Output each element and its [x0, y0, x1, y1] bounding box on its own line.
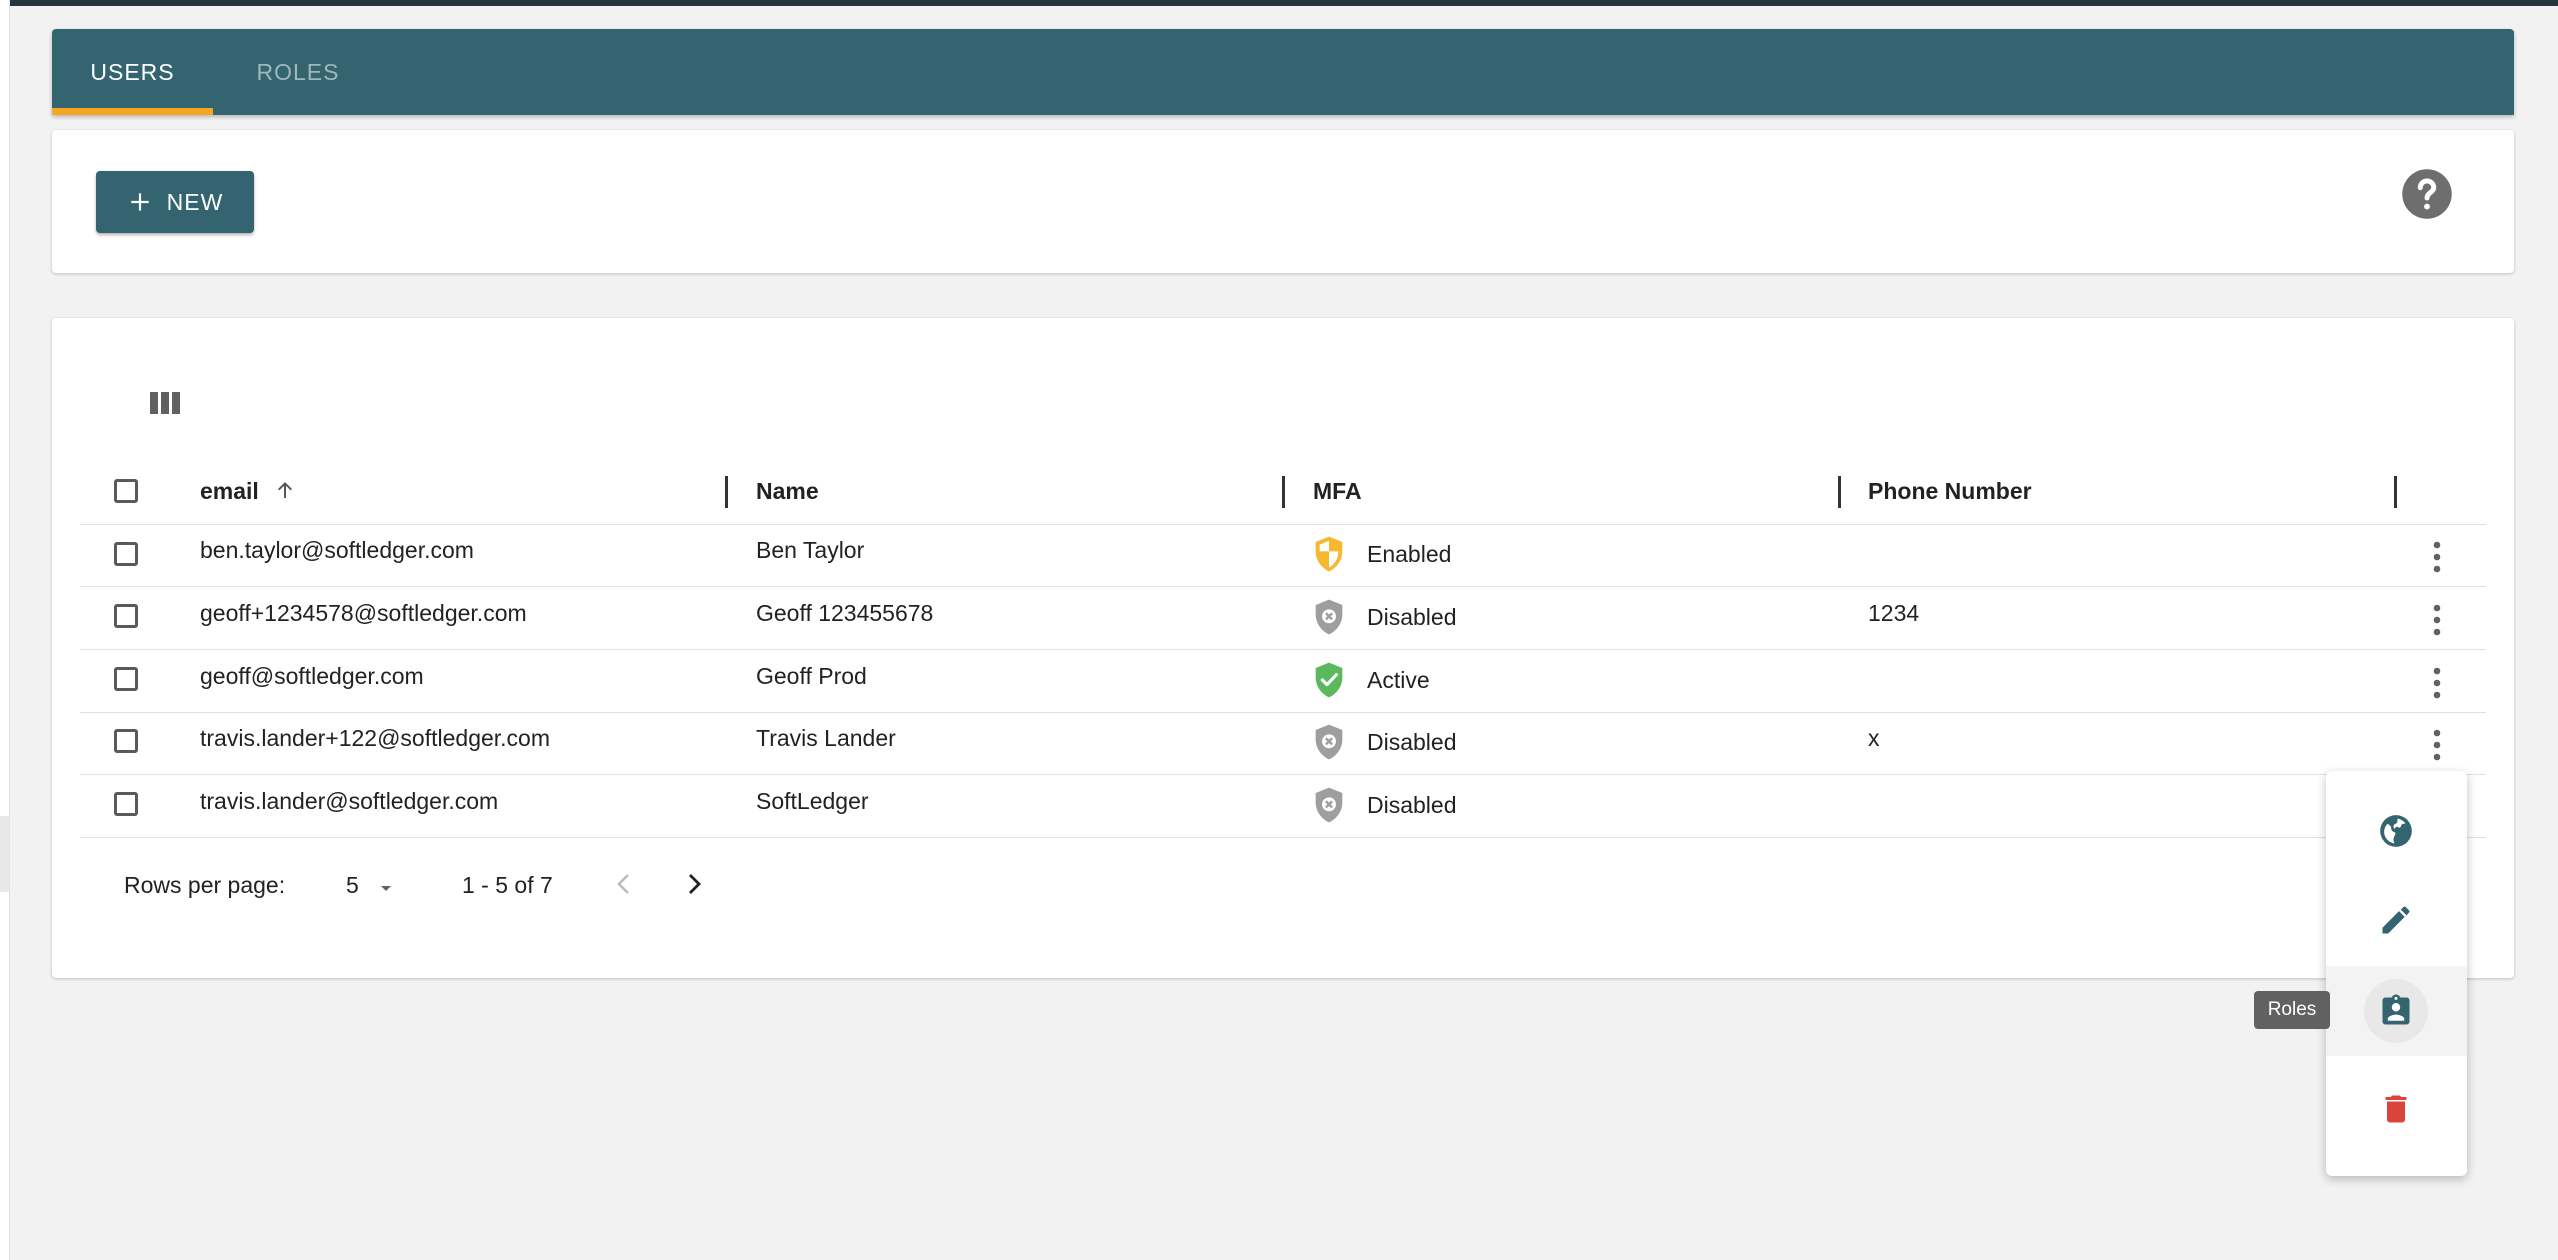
shield-check-icon: [1315, 662, 1343, 698]
mfa-status: Enabled: [1367, 541, 1452, 567]
rows-per-page-select[interactable]: 5: [346, 868, 406, 898]
select-all-checkbox[interactable]: [114, 479, 138, 503]
globe-icon: [2380, 815, 2412, 847]
mfa-status: Disabled: [1367, 729, 1457, 755]
pagination-range: 1 - 5 of 7: [462, 872, 553, 898]
email-header-label: email: [200, 478, 259, 504]
phone-cell: x: [1868, 725, 1880, 751]
more-vert-icon[interactable]: [2431, 666, 2443, 700]
toolbar-card: NEW: [52, 130, 2514, 273]
shield-half-icon: [1315, 536, 1343, 572]
column-resize-handle[interactable]: [1838, 476, 1841, 508]
row-divider: [80, 837, 2486, 838]
new-button-label: NEW: [166, 188, 224, 215]
tab-users[interactable]: USERS: [52, 29, 213, 115]
left-edge: [0, 0, 10, 1260]
users-table-card: email Name MFA Phone Number ben.taylor@s…: [52, 318, 2514, 978]
view-column-icon[interactable]: [148, 388, 182, 418]
column-resize-handle[interactable]: [2394, 476, 2397, 508]
mfa-status: Active: [1367, 667, 1430, 693]
email-cell: travis.lander@softledger.com: [200, 788, 499, 814]
mfa-status: Disabled: [1367, 792, 1457, 818]
email-cell: travis.lander+122@softledger.com: [200, 725, 551, 751]
email-cell: ben.taylor@softledger.com: [200, 537, 474, 563]
row-divider: [80, 649, 2486, 650]
column-resize-handle[interactable]: [1282, 476, 1285, 508]
column-header-phone[interactable]: Phone Number: [1868, 478, 2032, 505]
row-divider: [80, 586, 2486, 587]
row-checkbox[interactable]: [114, 604, 138, 628]
column-resize-handle[interactable]: [725, 476, 728, 508]
rows-per-page-value: 5: [346, 872, 359, 898]
name-cell: Travis Lander: [756, 725, 896, 751]
column-header-email[interactable]: email: [200, 478, 297, 505]
shield-x-icon: [1315, 599, 1343, 635]
window-top-strip: [0, 0, 2558, 6]
shield-x-icon: [1315, 724, 1343, 760]
chevron-right-icon[interactable]: [682, 869, 706, 899]
menu-item-portal-access[interactable]: [2326, 786, 2467, 876]
roles-tooltip: Roles: [2254, 991, 2330, 1029]
name-cell: SoftLedger: [756, 788, 869, 814]
name-cell: Geoff 123455678: [756, 600, 934, 626]
assignment-ind-icon: [2382, 994, 2410, 1025]
tab-roles[interactable]: ROLES: [213, 29, 383, 115]
row-actions-menu: [2326, 771, 2467, 1176]
more-vert-icon[interactable]: [2431, 540, 2443, 574]
trash-icon: [2385, 1095, 2407, 1123]
row-divider: [80, 774, 2486, 775]
pencil-icon: [2382, 906, 2410, 934]
menu-icon-wrap: [2364, 799, 2428, 863]
row-checkbox[interactable]: [114, 792, 138, 816]
row-checkbox[interactable]: [114, 667, 138, 691]
help-circle-icon[interactable]: [2400, 167, 2454, 221]
more-vert-icon[interactable]: [2431, 728, 2443, 762]
menu-item-delete[interactable]: [2326, 1064, 2467, 1154]
row-divider: [80, 712, 2486, 713]
menu-item-edit[interactable]: [2326, 875, 2467, 965]
row-checkbox[interactable]: [114, 729, 138, 753]
header-divider: [80, 524, 2486, 525]
row-checkbox[interactable]: [114, 542, 138, 566]
chevron-left-icon[interactable]: [612, 869, 636, 899]
email-cell: geoff@softledger.com: [200, 663, 424, 689]
column-header-mfa[interactable]: MFA: [1313, 478, 1362, 505]
shield-x-icon: [1315, 787, 1343, 823]
tab-bar: USERS ROLES: [52, 29, 2514, 115]
email-cell: geoff+1234578@softledger.com: [200, 600, 527, 626]
arrow-drop-down-icon: [381, 886, 391, 891]
rows-per-page-label: Rows per page:: [124, 872, 286, 898]
arrow-up-icon[interactable]: [273, 478, 297, 502]
active-tab-indicator: [52, 108, 213, 115]
column-header-name[interactable]: Name: [756, 478, 819, 505]
menu-icon-wrap: [2364, 888, 2428, 952]
menu-icon-wrap: [2364, 1077, 2428, 1141]
new-user-button[interactable]: NEW: [96, 171, 254, 233]
phone-cell: 1234: [1868, 600, 1920, 626]
menu-icon-wrap: [2364, 979, 2428, 1043]
left-notch: [0, 816, 9, 892]
name-cell: Geoff Prod: [756, 663, 867, 689]
name-cell: Ben Taylor: [756, 537, 865, 563]
mfa-status: Disabled: [1367, 604, 1457, 630]
plus-icon: [130, 193, 149, 211]
more-vert-icon[interactable]: [2431, 603, 2443, 637]
menu-item-roles[interactable]: [2326, 966, 2467, 1056]
